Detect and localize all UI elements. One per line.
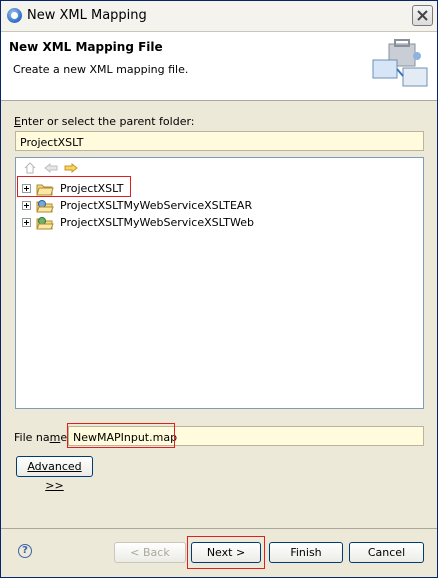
close-button[interactable] — [412, 5, 433, 26]
help-icon[interactable]: ? — [18, 544, 32, 558]
web-project-icon — [36, 217, 54, 230]
tree-item-label: ProjectXSLTMyWebServiceXSLTEAR — [60, 199, 253, 212]
window-title: New XML Mapping — [27, 8, 147, 23]
banner-description: Create a new XML mapping file. — [13, 63, 189, 76]
back-arrow-icon[interactable] — [44, 162, 58, 174]
forward-arrow-icon[interactable] — [64, 162, 78, 174]
highlight-box-file-name — [67, 423, 175, 448]
file-name-label: File name: — [14, 431, 71, 444]
parent-folder-input[interactable]: ProjectXSLT — [15, 131, 424, 151]
dialog-window: New XML Mapping New XML Mapping File Cre… — [0, 0, 438, 578]
highlight-box-tree-item — [17, 176, 131, 197]
app-icon — [7, 8, 22, 23]
wizard-banner: New XML Mapping File Create a new XML ma… — [1, 32, 437, 101]
title-bar: New XML Mapping — [1, 1, 437, 32]
back-button[interactable]: < Back — [114, 542, 186, 563]
footer-separator — [1, 528, 437, 529]
finish-button[interactable]: Finish — [269, 542, 343, 563]
xml-mapping-wizard-icon — [372, 39, 428, 87]
home-icon[interactable] — [24, 162, 36, 174]
advanced-button[interactable]: Advanced >> — [16, 456, 93, 492]
close-icon — [417, 10, 428, 21]
expand-toggle-icon[interactable] — [22, 201, 31, 210]
expand-toggle-icon[interactable] — [22, 218, 31, 227]
banner-title: New XML Mapping File — [9, 40, 163, 54]
tree-item-label: ProjectXSLTMyWebServiceXSLTWeb — [60, 216, 254, 229]
highlight-box-next — [187, 536, 265, 569]
ear-project-icon — [36, 200, 54, 213]
cancel-button[interactable]: Cancel — [349, 542, 424, 563]
parent-folder-label: Enter or select the parent folder: — [14, 115, 195, 128]
